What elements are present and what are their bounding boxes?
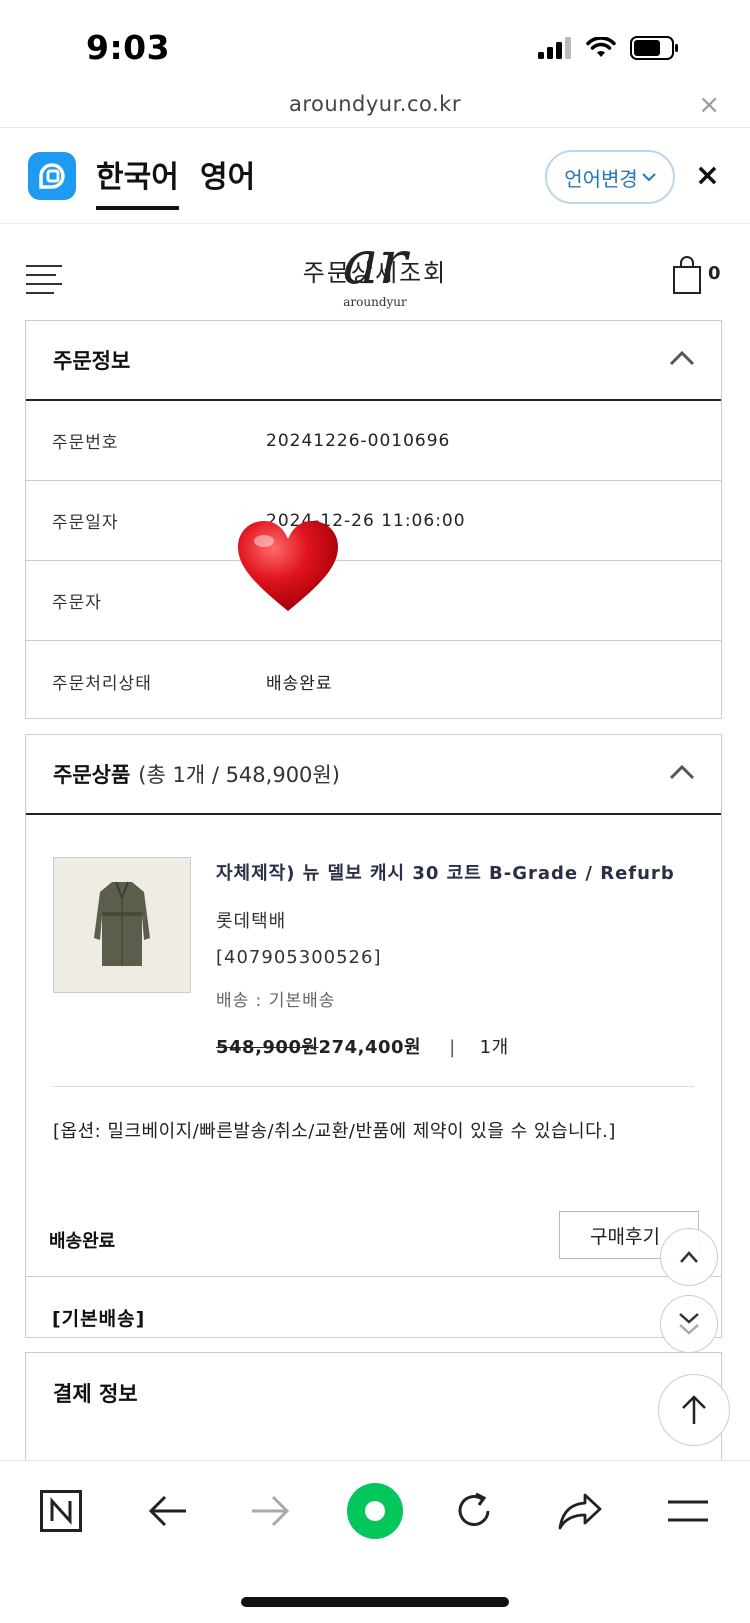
order-number-label: 주문번호 bbox=[52, 433, 119, 453]
order-status-value: 배송완료 bbox=[266, 673, 333, 694]
order-status-row: 주문처리상태 배송완료 bbox=[26, 641, 721, 721]
shipping-type: [기본배송] bbox=[52, 1307, 146, 1330]
reload-button[interactable] bbox=[447, 1483, 503, 1539]
wifi-icon bbox=[586, 37, 616, 57]
forward-button[interactable] bbox=[242, 1483, 298, 1539]
hamburger-icon bbox=[668, 1500, 708, 1522]
green-dot-icon bbox=[347, 1483, 403, 1539]
arrow-left-icon bbox=[148, 1495, 186, 1527]
carrier: 롯데택배 bbox=[216, 911, 287, 932]
url-text[interactable]: aroundyur.co.kr bbox=[0, 92, 750, 116]
page-title: 주문상세조회 bbox=[302, 259, 448, 287]
payment-header[interactable]: 결제 정보 bbox=[26, 1353, 721, 1433]
divider bbox=[53, 1086, 694, 1087]
delivery-status-row: 배송완료 구매후기 bbox=[26, 1197, 721, 1277]
status-time: 9:03 bbox=[86, 28, 171, 67]
green-dot-button[interactable] bbox=[345, 1481, 405, 1541]
browser-toolbar bbox=[0, 1460, 750, 1623]
back-button[interactable] bbox=[140, 1483, 196, 1539]
url-close-icon[interactable]: × bbox=[698, 90, 720, 120]
reload-icon bbox=[458, 1492, 490, 1526]
back-to-top-button[interactable] bbox=[658, 1374, 730, 1446]
order-date-label: 주문일자 bbox=[52, 513, 119, 533]
share-button[interactable] bbox=[552, 1483, 608, 1539]
order-items-header[interactable]: 주문상품 (총 1개 / 548,900원) bbox=[26, 735, 721, 815]
orderer-row: 주문자 bbox=[26, 521, 721, 641]
site-header: ar aroundyur 주문상세조회 0 bbox=[0, 225, 750, 323]
tab-korean[interactable]: 한국어 bbox=[96, 152, 179, 210]
product-options: [옵션: 밀크베이지/빠른발송/취소/교환/반품에 제약이 있을 수 있습니다.… bbox=[53, 1121, 616, 1142]
original-price: 548,900원 bbox=[216, 1037, 319, 1058]
chevron-down-icon bbox=[642, 173, 656, 182]
naver-n-icon bbox=[40, 1490, 82, 1532]
order-items-title: 주문상품 bbox=[53, 763, 131, 787]
translate-close-icon[interactable]: × bbox=[695, 158, 720, 193]
order-info-header[interactable]: 주문정보 bbox=[26, 321, 721, 401]
product-name[interactable]: 자체제작) 뉴 델보 캐시 30 코트 B-Grade / Refurb bbox=[216, 859, 701, 885]
arrow-up-icon bbox=[682, 1395, 706, 1424]
tab-english[interactable]: 영어 bbox=[200, 152, 255, 196]
delivery-status: 배송완료 bbox=[49, 1231, 116, 1252]
scroll-up-button[interactable] bbox=[660, 1228, 718, 1286]
product-price: 548,900원274,400원 | 1개 bbox=[216, 1033, 701, 1059]
sale-price: 274,400원 bbox=[318, 1037, 422, 1058]
arrow-right-icon bbox=[252, 1495, 290, 1527]
home-indicator bbox=[241, 1597, 509, 1607]
battery-icon bbox=[630, 36, 678, 60]
order-date-row: 주문일자 2024-12-26 11:06:00 bbox=[26, 481, 721, 561]
product-info: 자체제작) 뉴 델보 캐시 30 코트 B-Grade / Refurb 롯데택… bbox=[216, 859, 701, 1059]
product-image[interactable] bbox=[53, 857, 191, 993]
status-icons bbox=[538, 36, 680, 60]
orderer-label: 주문자 bbox=[52, 593, 102, 613]
quantity: 1개 bbox=[479, 1037, 509, 1058]
chevron-down-icon bbox=[679, 1313, 699, 1335]
url-bar[interactable]: aroundyur.co.kr × bbox=[0, 88, 750, 128]
cart-count: 0 bbox=[708, 263, 721, 284]
order-number-row: 주문번호 20241226-0010696 bbox=[26, 401, 721, 481]
tracking-number[interactable]: [407905300526] bbox=[216, 947, 701, 968]
change-language-label: 언어변경 bbox=[564, 166, 638, 191]
shopping-bag-icon[interactable] bbox=[672, 255, 702, 295]
payment-section: 결제 정보 bbox=[25, 1352, 722, 1472]
order-info-section: 주문정보 주문번호 20241226-0010696 주문일자 2024-12-… bbox=[25, 320, 722, 719]
order-status-label: 주문처리상태 bbox=[52, 673, 152, 694]
order-items-summary: (총 1개 / 548,900원) bbox=[138, 763, 340, 787]
menu-button[interactable] bbox=[660, 1483, 716, 1539]
chevron-up-icon bbox=[680, 1251, 698, 1263]
naver-home-button[interactable] bbox=[33, 1483, 89, 1539]
shipping-method: 배송 : 기본배송 bbox=[216, 991, 336, 1011]
order-number-value: 20241226-0010696 bbox=[266, 430, 451, 451]
chevron-up-icon[interactable] bbox=[669, 763, 695, 781]
chevron-up-icon[interactable] bbox=[669, 349, 695, 367]
translate-bar: 한국어 영어 언어변경 × bbox=[0, 128, 750, 224]
signal-icon bbox=[538, 37, 571, 59]
change-language-button[interactable]: 언어변경 bbox=[545, 150, 675, 204]
logo-text: aroundyur bbox=[343, 295, 407, 309]
payment-title: 결제 정보 bbox=[53, 1382, 138, 1406]
papago-icon bbox=[28, 152, 76, 200]
heart-icon bbox=[238, 521, 338, 611]
order-items-section: 주문상품 (총 1개 / 548,900원) 자체제작) 뉴 델보 캐시 30 … bbox=[25, 734, 722, 1338]
order-info-title: 주문정보 bbox=[53, 349, 131, 373]
product-item: 자체제작) 뉴 델보 캐시 30 코트 B-Grade / Refurb 롯데택… bbox=[26, 815, 721, 1087]
share-icon bbox=[558, 1493, 602, 1530]
scroll-down-button[interactable] bbox=[660, 1295, 718, 1353]
price-separator: | bbox=[449, 1037, 456, 1058]
status-bar: 9:03 bbox=[0, 0, 750, 90]
